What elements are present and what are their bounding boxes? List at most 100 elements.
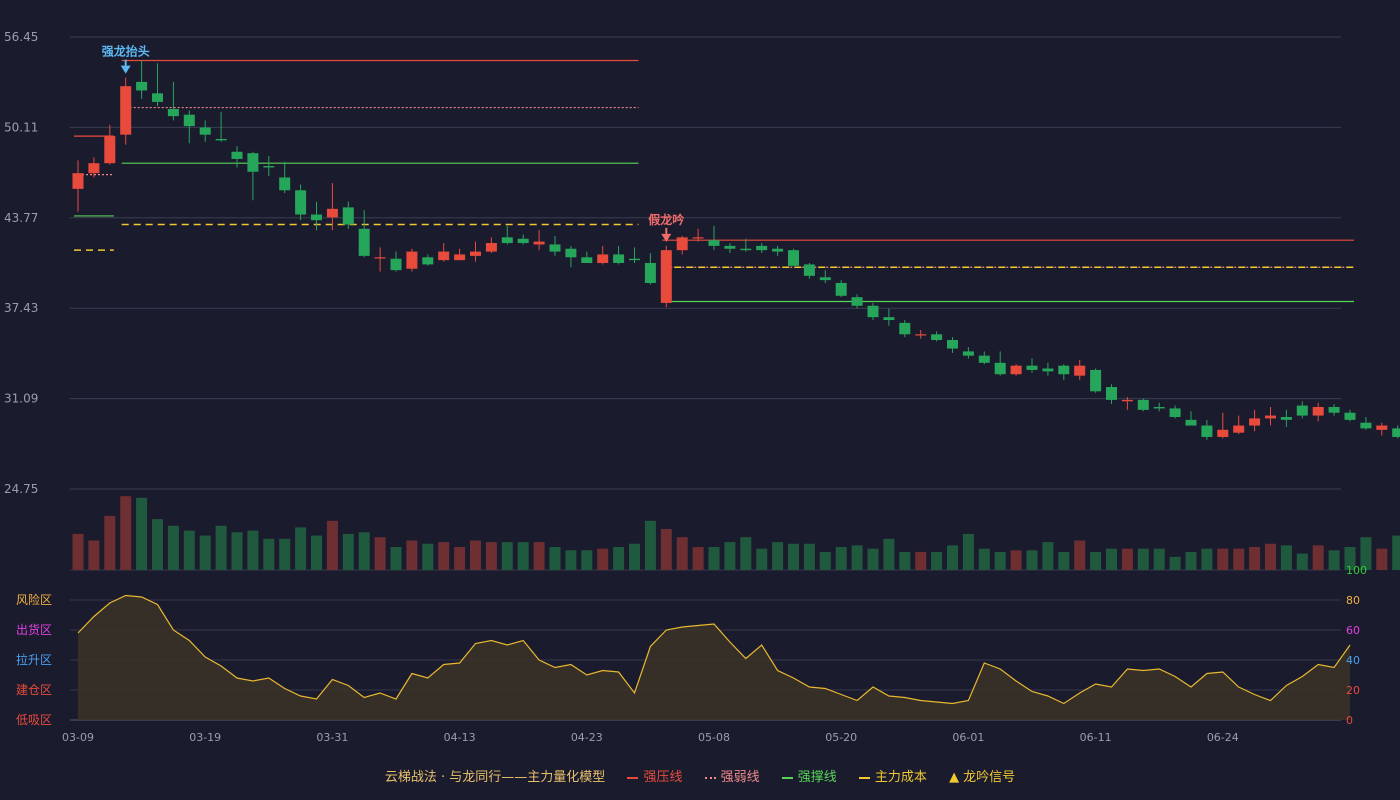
- signal-arrowhead-icon: [120, 65, 131, 74]
- price-tick-label: 24.75: [4, 482, 38, 496]
- candle-body: [1344, 412, 1356, 420]
- volume-bar: [867, 548, 879, 570]
- volume-bar: [644, 520, 656, 570]
- osc-tick-label: 40: [1346, 654, 1360, 667]
- volume-bar: [1026, 550, 1038, 570]
- candle-body: [978, 355, 990, 363]
- legend-item-signal: ▲ 龙吟信号: [949, 766, 1015, 785]
- candle-body: [994, 362, 1006, 375]
- candle-body: [517, 238, 529, 244]
- volume-bar: [1042, 542, 1054, 570]
- volume-bar: [931, 551, 943, 570]
- volume-bar: [962, 533, 974, 570]
- volume-bar: [1280, 545, 1292, 570]
- candle-body: [613, 254, 625, 263]
- candle-body: [1185, 419, 1197, 426]
- volume-bar: [724, 542, 736, 570]
- candle-body: [1106, 387, 1117, 400]
- volume-bar: [1265, 543, 1276, 570]
- volume-bar: [994, 551, 1006, 570]
- volume-bar: [899, 551, 911, 570]
- support-swatch-icon: [781, 776, 793, 779]
- volume-bar: [788, 543, 799, 570]
- candle-body: [1026, 365, 1038, 370]
- candle-body: [485, 243, 497, 252]
- volume-bar: [1376, 548, 1388, 570]
- candle-body: [947, 339, 958, 349]
- zone-label: 拉升区: [16, 652, 52, 667]
- volume-bar: [422, 543, 434, 570]
- candle-body: [1296, 405, 1308, 416]
- volume-bar: [104, 515, 116, 570]
- volume-bar: [692, 547, 704, 570]
- legend-label: 强弱线: [720, 770, 760, 785]
- signal-label: 强龙抬头: [102, 44, 150, 59]
- volume-bar: [199, 535, 211, 570]
- volume-bar: [740, 537, 752, 570]
- candle-body: [819, 277, 831, 281]
- candle-body: [183, 114, 195, 127]
- cost-swatch-icon: [858, 776, 870, 779]
- volume-bar: [1392, 535, 1400, 570]
- volume-bar: [1296, 553, 1308, 570]
- volume-bar: [454, 547, 466, 570]
- volume-bar: [1312, 545, 1324, 570]
- osc-tick-label: 0: [1346, 714, 1353, 727]
- volume-bar: [1185, 551, 1197, 570]
- candle-body: [851, 297, 863, 306]
- volume-bar: [772, 542, 784, 570]
- volume-bar: [326, 520, 338, 570]
- candle-body: [644, 263, 656, 283]
- candle-body: [899, 322, 911, 335]
- candle-body: [406, 251, 418, 269]
- volume-bar: [851, 545, 863, 570]
- volume-bar: [470, 540, 481, 570]
- volume-bar: [1106, 548, 1117, 570]
- candle-body: [533, 241, 545, 245]
- volume-bar: [803, 543, 815, 570]
- volume-bar: [152, 519, 163, 570]
- volume-bar: [660, 529, 672, 570]
- dragon-chart: 56.45 50.11 43.77 37.43 31.09 24.75 100 80 60 40 2…: [4, 30, 1400, 744]
- osc-tick-label: 20: [1346, 684, 1360, 697]
- candle-body: [1137, 399, 1149, 410]
- legend-label: 主力成本: [874, 770, 927, 785]
- volume-bar: [263, 538, 275, 570]
- volume-bar: [676, 537, 688, 570]
- volume-bar: [1153, 548, 1165, 570]
- date-tick-label: 03-09: [62, 731, 94, 744]
- volume-bar: [1090, 551, 1102, 570]
- candle-body: [1360, 422, 1372, 429]
- candle-body: [1217, 429, 1229, 437]
- candle-body: [1249, 418, 1261, 426]
- volume-bar: [167, 525, 179, 570]
- candle-body: [311, 214, 322, 221]
- volume-bar: [311, 535, 322, 570]
- volume-bar: [1233, 548, 1245, 570]
- candle-body: [358, 228, 370, 256]
- date-tick-label: 06-24: [1207, 731, 1239, 744]
- volume-bar: [613, 547, 625, 570]
- weak-swatch-icon: [704, 776, 716, 779]
- candle-body: [136, 81, 148, 91]
- candle-body: [1201, 425, 1213, 437]
- candle-body: [263, 166, 275, 168]
- price-tick-label: 43.77: [4, 211, 38, 225]
- legend-label: 强压线: [643, 770, 683, 785]
- candle-body: [1153, 407, 1165, 409]
- candle-body: [740, 248, 752, 251]
- candle-body: [438, 251, 450, 261]
- volume-bar: [1169, 556, 1181, 570]
- candle-body: [803, 264, 815, 276]
- volume-bar: [120, 496, 132, 570]
- candle-body: [883, 317, 895, 321]
- candle-body: [867, 305, 879, 318]
- osc-tick-label: 60: [1346, 624, 1360, 637]
- legend-item-cost: 主力成本: [858, 766, 927, 785]
- candle-body: [1280, 416, 1292, 420]
- volume-bar: [581, 550, 593, 570]
- candle-body: [1376, 425, 1388, 430]
- candle-body: [835, 282, 847, 296]
- candle-body: [772, 248, 784, 252]
- volume-bar: [1249, 547, 1261, 570]
